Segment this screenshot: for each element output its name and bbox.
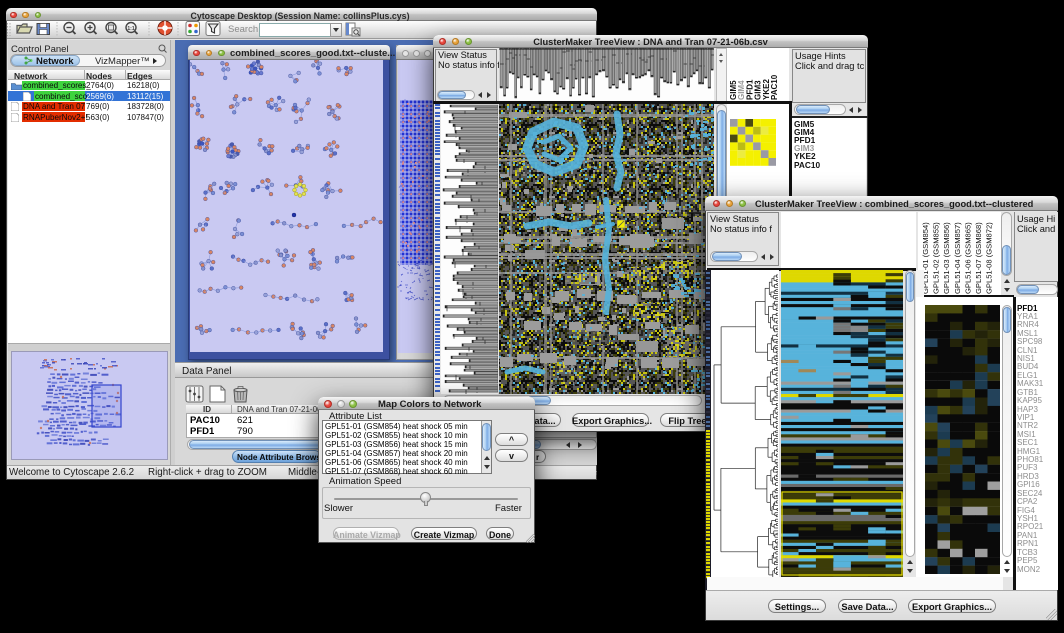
svg-text:GPL51-04 (GSM857): GPL51-04 (GSM857) — [953, 222, 962, 294]
svg-text:GPL51-02 (GSM855): GPL51-02 (GSM855) — [932, 222, 941, 294]
svg-text:GPL51-03 (GSM856): GPL51-03 (GSM856) — [942, 222, 951, 294]
svg-text:GPL51-06 (GSM865): GPL51-06 (GSM865) — [963, 222, 972, 294]
svg-text:PAC10: PAC10 — [770, 74, 779, 100]
svg-text:GPL51-08 (GSM872): GPL51-08 (GSM872) — [985, 222, 994, 294]
svg-text:GPL51-07 (GSM868): GPL51-07 (GSM868) — [974, 222, 983, 294]
